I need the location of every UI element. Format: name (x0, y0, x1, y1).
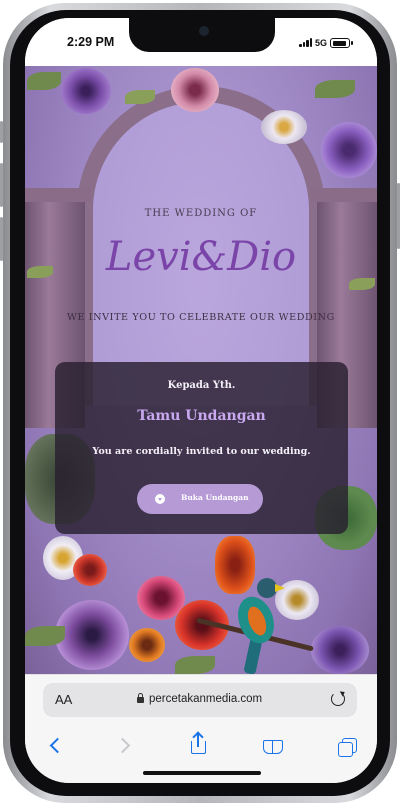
couple-names: Levi&Dio (105, 234, 297, 280)
network-label: 5G (315, 38, 328, 48)
status-time: 2:29 PM (67, 35, 115, 49)
leaf-icon (315, 80, 355, 98)
leaf-icon (125, 90, 155, 104)
screen: 2:29 PM 5G THE WEDDING OF Levi&Dio WE IN… (25, 18, 377, 783)
bookmarks-icon (263, 740, 283, 754)
guest-name: Tamu Undangan (137, 408, 266, 424)
signal-icon (299, 38, 313, 47)
back-button[interactable] (43, 733, 69, 759)
leaf-icon (25, 626, 65, 646)
dynamic-island (129, 18, 275, 52)
volume-down-button (0, 217, 3, 261)
violet-flower-icon (321, 122, 377, 178)
white-flower-icon (261, 110, 307, 144)
leaf-icon (27, 72, 61, 90)
purple-flower-icon (311, 626, 369, 674)
safari-toolbar: AA percetakanmedia.com (25, 674, 377, 783)
envelope-open-icon (155, 494, 165, 504)
status-bar: 2:29 PM 5G (25, 18, 377, 66)
invitation-message: You are cordially invited to our wedding… (92, 446, 311, 457)
pink-flower-icon (171, 68, 219, 112)
wedding-heading: THE WEDDING OF (144, 208, 258, 219)
home-indicator[interactable] (143, 771, 261, 775)
mute-switch (0, 121, 3, 143)
forward-button[interactable] (111, 733, 137, 759)
bookmarks-button[interactable] (261, 733, 287, 759)
forward-icon (114, 737, 131, 754)
purple-flower-icon (61, 68, 111, 114)
guest-card: Kepada Yth. Tamu Undangan You are cordia… (55, 362, 348, 534)
bird-head (257, 578, 277, 598)
back-icon (49, 737, 66, 754)
orange-flower-icon (129, 628, 165, 662)
address-domain[interactable]: percetakanmedia.com (149, 693, 262, 705)
address-bar[interactable]: AA percetakanmedia.com (43, 683, 357, 717)
text-size-icon[interactable]: AA (55, 692, 72, 707)
battery-icon (330, 38, 353, 48)
tabs-button[interactable] (335, 733, 361, 759)
purple-poppy-icon (55, 600, 129, 670)
reload-icon[interactable] (331, 692, 345, 706)
bird-beak (275, 584, 285, 592)
invitation-cover: THE WEDDING OF Levi&Dio WE INVITE YOU TO… (25, 66, 377, 674)
addressee-label: Kepada Yth. (167, 380, 236, 391)
open-invitation-button[interactable]: Buka Undangan (137, 484, 263, 514)
orange-spike-icon (215, 536, 255, 594)
leaf-icon (175, 656, 215, 674)
lock-icon (137, 693, 144, 703)
power-button (397, 183, 400, 249)
camera-icon (199, 26, 209, 36)
share-button[interactable] (185, 733, 211, 759)
volume-up-button (0, 163, 3, 207)
invite-line: WE INVITE YOU TO CELEBRATE OUR WEDDING (67, 312, 335, 323)
open-invitation-label: Buka Undangan (181, 493, 249, 502)
red-flower-icon (73, 554, 107, 586)
